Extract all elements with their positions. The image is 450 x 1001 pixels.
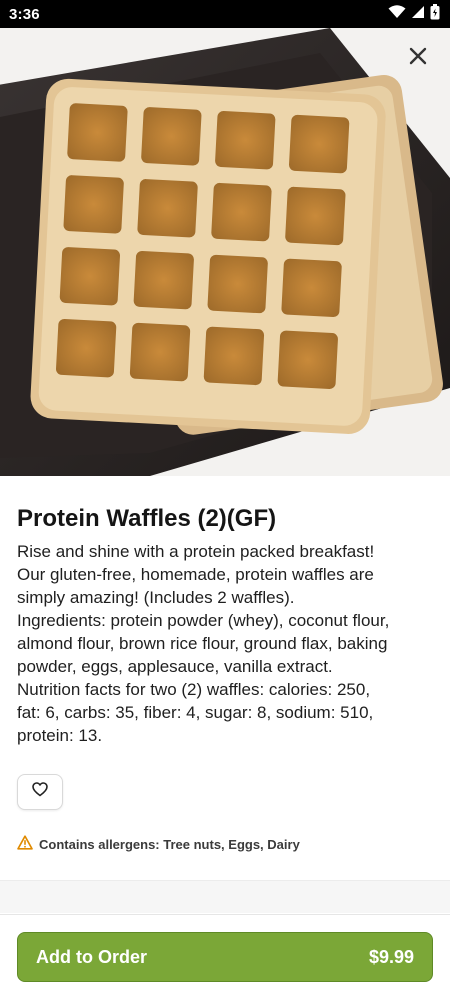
status-bar: 3:36 xyxy=(0,0,450,28)
allergen-notice: Contains allergens: Tree nuts, Eggs, Dai… xyxy=(17,835,300,853)
wifi-icon xyxy=(388,4,406,24)
bottom-action-bar: Add to Order $9.99 xyxy=(0,914,450,1001)
item-title: Protein Waffles (2)(GF) xyxy=(17,505,277,532)
item-description: Rise and shine with a protein packed bre… xyxy=(17,542,390,745)
close-button[interactable] xyxy=(398,38,438,78)
section-divider xyxy=(0,880,450,913)
status-icons xyxy=(388,3,440,25)
add-to-order-button[interactable]: Add to Order $9.99 xyxy=(17,932,433,982)
allergen-text: Contains allergens: Tree nuts, Eggs, Dai… xyxy=(39,836,300,852)
signal-icon xyxy=(411,5,425,24)
close-icon xyxy=(409,47,427,70)
product-image xyxy=(0,28,450,476)
status-time: 3:36 xyxy=(9,5,40,23)
add-to-order-label: Add to Order xyxy=(36,946,147,967)
warning-icon xyxy=(17,835,33,853)
battery-icon xyxy=(430,3,440,25)
item-price: $9.99 xyxy=(368,946,414,967)
heart-icon xyxy=(32,782,48,802)
favorite-button[interactable] xyxy=(17,774,63,810)
